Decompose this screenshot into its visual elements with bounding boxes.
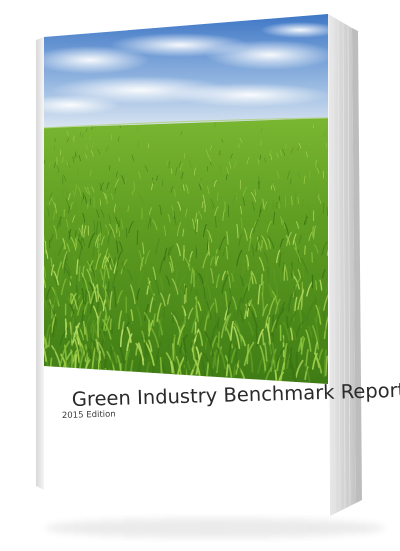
grass-blade xyxy=(215,351,219,372)
book-hinge xyxy=(36,37,44,490)
book-shadow xyxy=(45,518,385,538)
cover-sky xyxy=(44,14,328,128)
grass-blade xyxy=(74,236,77,246)
cover-grass xyxy=(44,118,328,384)
grass-blade xyxy=(110,345,113,368)
book-mockup: Green Industry Benchmark Report 2015 Edi… xyxy=(0,0,400,551)
grass-blade xyxy=(184,284,187,295)
grass-blade xyxy=(283,265,286,281)
grass-blade xyxy=(75,284,79,306)
grass-blade xyxy=(64,318,67,336)
report-edition: 2015 Edition xyxy=(62,410,116,421)
grass-blade xyxy=(217,331,221,348)
grass-blade xyxy=(89,198,92,205)
book-illustration: Green Industry Benchmark Report 2015 Edi… xyxy=(36,14,400,538)
grass-blade xyxy=(52,323,55,338)
grass-blade xyxy=(97,243,100,258)
grass-blade xyxy=(85,289,87,305)
book-page-edges xyxy=(328,14,356,516)
grass-blade xyxy=(255,328,258,347)
grass-blade xyxy=(109,318,112,331)
grass-blade xyxy=(183,354,187,376)
grass-blade xyxy=(304,245,306,255)
grass-blade xyxy=(78,265,81,282)
grass-blade xyxy=(289,347,293,370)
grass-blade xyxy=(261,239,263,249)
grass-blade xyxy=(315,280,318,291)
grass-blade xyxy=(249,297,253,317)
grass-blade xyxy=(292,301,296,322)
grass-blade xyxy=(49,326,52,352)
grass-blade xyxy=(326,207,328,217)
grass-blade xyxy=(246,298,249,312)
grass-blade xyxy=(205,269,208,279)
grass-blade xyxy=(305,214,307,225)
grass-blade xyxy=(82,192,85,200)
grass-blade xyxy=(181,331,184,350)
